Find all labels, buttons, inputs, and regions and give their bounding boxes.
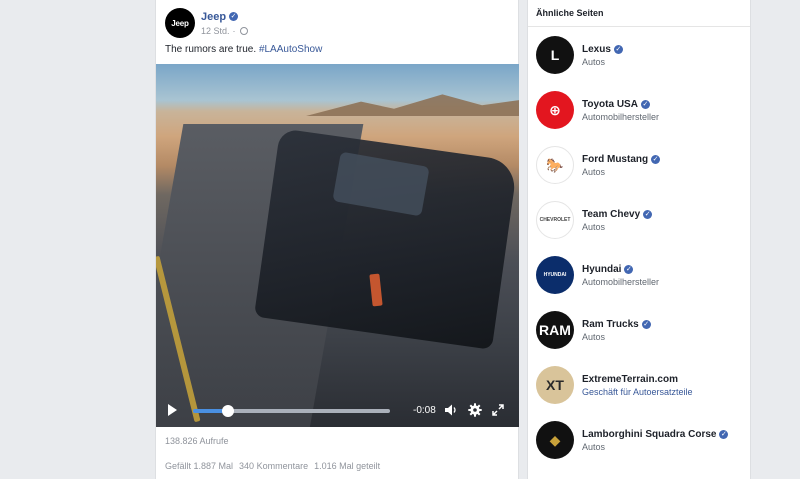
similar-page-category: Autos <box>582 221 606 232</box>
post-header: Jeep Jeep ✓ 12 Std. · <box>165 8 248 38</box>
verified-icon: ✓ <box>651 154 661 164</box>
hashtag-link[interactable]: #LAAutoShow <box>259 44 322 55</box>
similar-page-category: Automobilhersteller <box>582 111 660 122</box>
shares-count[interactable]: 1.016 Mal geteilt <box>314 461 380 471</box>
similar-page-name-link[interactable]: Ram Trucks <box>582 319 639 330</box>
post-message: The rumors are true. <box>165 44 257 55</box>
engagement-stats: Gefällt 1.887 Mal 340 Kommentare 1.016 M… <box>165 461 380 471</box>
similar-page-name-link[interactable]: Hyundai <box>582 264 621 275</box>
similar-page-name-row: Ram Trucks ✓ <box>582 319 651 330</box>
similar-pages-title: Ähnliche Seiten <box>528 0 750 27</box>
similar-page-info: Toyota USA ✓ Automobilhersteller <box>582 99 659 122</box>
similar-page-name-row: ExtremeTerrain.com <box>582 374 693 385</box>
ram-logo[interactable]: RAM <box>536 311 574 349</box>
page-name-link[interactable]: Jeep <box>201 11 226 23</box>
similar-page-info: Team Chevy ✓ Autos <box>582 209 653 232</box>
similar-page-item[interactable]: RAM Ram Trucks ✓ Autos <box>536 311 746 349</box>
similar-page-category: Autos <box>582 56 606 67</box>
video-player[interactable]: -0:08 <box>156 64 519 427</box>
comments-count[interactable]: 340 Kommentare <box>239 461 308 471</box>
lexus-logo[interactable]: L <box>536 36 574 74</box>
similar-page-name-row: Hyundai ✓ <box>582 264 659 275</box>
similar-page-name-row: Lamborghini Squadra Corse ✓ <box>582 429 729 440</box>
similar-page-item[interactable]: CHEVROLET Team Chevy ✓ Autos <box>536 201 746 239</box>
verified-icon: ✓ <box>613 44 623 54</box>
likes-count[interactable]: Gefällt 1.887 Mal <box>165 461 233 471</box>
similar-page-category[interactable]: Geschäft für Autoersatzteile <box>582 387 693 397</box>
post-card: Jeep Jeep ✓ 12 Std. · The rumors are tru… <box>155 0 519 479</box>
post-timestamp[interactable]: 12 Std. <box>201 26 230 36</box>
view-count: 138.826 Aufrufe <box>165 436 229 446</box>
hyundai-logo[interactable]: HYUNDAI <box>536 256 574 294</box>
similar-pages-panel: Ähnliche Seiten L Lexus ✓ Autos ⊕ Toyota USA ✓… <box>527 0 751 479</box>
mustang-logo[interactable]: 🐎 <box>536 146 574 184</box>
similar-page-name-row: Toyota USA ✓ <box>582 99 659 110</box>
similar-page-info: Ford Mustang ✓ Autos <box>582 154 661 177</box>
post-header-text: Jeep ✓ 12 Std. · <box>201 11 248 36</box>
verified-icon: ✓ <box>624 264 634 274</box>
xt-logo[interactable]: XT <box>536 366 574 404</box>
similar-page-name-link[interactable]: ExtremeTerrain.com <box>582 374 678 385</box>
similar-page-name-row: Ford Mustang ✓ <box>582 154 661 165</box>
similar-page-info: Lexus ✓ Autos <box>582 44 623 67</box>
video-time-remaining: -0:08 <box>413 405 436 416</box>
video-frame-hills <box>306 94 519 116</box>
similar-page-info: Lamborghini Squadra Corse ✓ Autos <box>582 429 729 452</box>
volume-icon[interactable] <box>444 403 458 417</box>
similar-page-item[interactable]: 🐎 Ford Mustang ✓ Autos <box>536 146 746 184</box>
similar-page-item[interactable]: ⊕ Toyota USA ✓ Automobilhersteller <box>536 91 746 129</box>
globe-icon <box>239 26 248 35</box>
verified-icon: ✓ <box>640 99 650 109</box>
similar-page-name-link[interactable]: Toyota USA <box>582 99 638 110</box>
play-icon[interactable] <box>168 404 177 416</box>
lamborghini-logo[interactable]: ◆ <box>536 421 574 459</box>
similar-page-category: Automobilhersteller <box>582 276 660 287</box>
similar-page-info: ExtremeTerrain.com Geschäft für Autoersat… <box>582 374 693 397</box>
similar-page-item[interactable]: L Lexus ✓ Autos <box>536 36 746 74</box>
similar-page-name-row: Team Chevy ✓ <box>582 209 653 220</box>
post-meta: 12 Std. · <box>201 26 248 36</box>
similar-page-name-link[interactable]: Lamborghini Squadra Corse <box>582 429 716 440</box>
similar-page-name-link[interactable]: Team Chevy <box>582 209 640 220</box>
similar-page-category: Autos <box>582 441 606 452</box>
gear-icon[interactable] <box>468 403 482 417</box>
similar-page-name-link[interactable]: Lexus <box>582 44 611 55</box>
fullscreen-icon[interactable] <box>492 404 504 416</box>
similar-page-item[interactable]: HYUNDAI Hyundai ✓ Automobilhersteller <box>536 256 746 294</box>
toyota-logo[interactable]: ⊕ <box>536 91 574 129</box>
similar-page-name-link[interactable]: Ford Mustang <box>582 154 648 165</box>
page-name-row: Jeep ✓ <box>201 11 248 23</box>
video-progress-knob[interactable] <box>222 405 235 417</box>
similar-page-category: Autos <box>582 166 606 177</box>
similar-page-info: Hyundai ✓ Automobilhersteller <box>582 264 659 287</box>
similar-page-item[interactable]: XT ExtremeTerrain.com Geschäft für Autoers… <box>536 366 746 404</box>
meta-separator: · <box>232 25 236 36</box>
post-text: The rumors are true. #LAAutoShow <box>165 44 322 55</box>
verified-icon: ✓ <box>719 429 729 439</box>
similar-page-category: Autos <box>582 331 606 342</box>
video-progress-bar[interactable] <box>193 405 390 417</box>
verified-icon: ✓ <box>229 12 239 21</box>
similar-page-item[interactable]: ◆ Lamborghini Squadra Corse ✓ Autos <box>536 421 746 459</box>
verified-icon: ✓ <box>643 209 653 219</box>
jeep-avatar[interactable]: Jeep <box>165 8 195 38</box>
similar-page-info: Ram Trucks ✓ Autos <box>582 319 651 342</box>
chevy-logo[interactable]: CHEVROLET <box>536 201 574 239</box>
video-controls: -0:08 <box>156 393 519 427</box>
verified-icon: ✓ <box>641 319 651 329</box>
similar-page-name-row: Lexus ✓ <box>582 44 623 55</box>
